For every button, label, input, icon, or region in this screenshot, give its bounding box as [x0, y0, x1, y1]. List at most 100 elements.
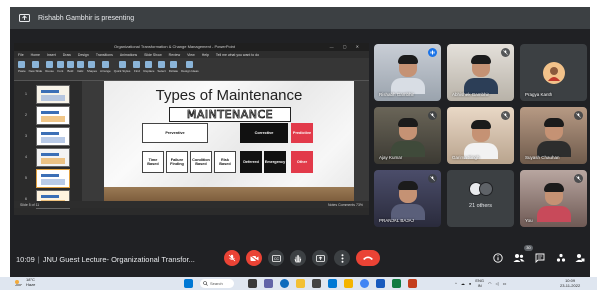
- maintenance-type-risk-based: Risk Based: [214, 151, 236, 173]
- slide-thumbnail[interactable]: [36, 85, 70, 104]
- participant-name: Pragya Kanth: [525, 92, 553, 97]
- thumbnail-content: [41, 111, 59, 114]
- raise-hand-icon: [294, 254, 302, 262]
- mail-icon[interactable]: [328, 279, 337, 288]
- ppt-tab[interactable]: Design: [78, 53, 89, 57]
- ppt-tab[interactable]: Tell me what you want to do: [216, 53, 259, 57]
- powerpoint-icon[interactable]: [408, 279, 417, 288]
- people-button[interactable]: [513, 252, 525, 264]
- edge-icon[interactable]: [280, 279, 289, 288]
- ppt-tab[interactable]: Home: [31, 53, 40, 57]
- ppt-tab[interactable]: Slide Show: [144, 53, 162, 57]
- ribbon-icon: [31, 61, 39, 68]
- ribbon-button[interactable]: Dictate: [169, 61, 178, 73]
- slide-thumbnail[interactable]: [36, 106, 70, 125]
- raise-hand-button[interactable]: [290, 250, 306, 266]
- ribbon-button[interactable]: Italic: [76, 61, 84, 73]
- slide-thumbnail[interactable]: [36, 169, 70, 188]
- participant-tile[interactable]: Garima Singh: [447, 107, 514, 164]
- participant-name: Rishabh Gambhir: [379, 92, 415, 97]
- chat-button[interactable]: [534, 252, 546, 264]
- participant-video: [463, 120, 498, 159]
- excel-icon[interactable]: [392, 279, 401, 288]
- thumbnail-content: [41, 132, 59, 135]
- slide-title: Types of Maintenance: [155, 87, 303, 104]
- ppt-tab[interactable]: Draw: [63, 53, 71, 57]
- participant-tile[interactable]: Pragya Kanth: [520, 44, 587, 101]
- ribbon-button[interactable]: Find: [133, 61, 141, 73]
- app-yellow-icon[interactable]: [344, 279, 353, 288]
- taskbar-search[interactable]: Search: [200, 279, 234, 288]
- present-icon: [18, 12, 30, 24]
- system-tray: ^ ☁ ● ENG IN ◠ ◁ ▭: [455, 277, 510, 290]
- participant-tile[interactable]: Rishabh Gambhir: [374, 44, 441, 101]
- leave-call-button[interactable]: [356, 250, 380, 266]
- maintenance-heading: MAINTENANCE: [186, 108, 274, 122]
- slide-thumbnail[interactable]: [36, 127, 70, 146]
- ribbon-icon: [101, 61, 109, 68]
- ribbon-label: New Slide: [28, 69, 43, 73]
- hangup-icon: [363, 256, 373, 260]
- activities-button[interactable]: [555, 252, 567, 264]
- ppt-tab[interactable]: Insert: [47, 53, 56, 57]
- ribbon-icon: [145, 61, 153, 68]
- language-indicator[interactable]: ENG IN: [475, 278, 484, 288]
- ribbon-button[interactable]: Reuse: [45, 61, 54, 73]
- battery-icon[interactable]: ▭: [503, 281, 507, 286]
- ppt-tab[interactable]: Review: [169, 53, 180, 57]
- ribbon-button[interactable]: New Slide: [28, 61, 43, 73]
- task-view-icon[interactable]: [248, 279, 257, 288]
- ribbon-button[interactable]: Arrange: [100, 61, 111, 73]
- ribbon-button[interactable]: Select: [157, 61, 166, 73]
- wifi-icon[interactable]: ◠: [488, 281, 492, 286]
- participant-tile[interactable]: Ajay Kumar: [374, 107, 441, 164]
- participant-tile[interactable]: 21 others: [447, 170, 514, 227]
- mic-tray-icon[interactable]: ●: [469, 281, 471, 286]
- info-icon: [493, 253, 503, 263]
- participant-name: Abhishek Gambhir: [452, 92, 490, 97]
- maintenance-type-other: Other: [291, 151, 313, 173]
- participant-tile[interactable]: PRANJAL BAJAJ: [374, 170, 441, 227]
- chevron-up-icon[interactable]: ^: [455, 281, 457, 286]
- participant-tile[interactable]: Suyash Chauhan: [520, 107, 587, 164]
- taskbar-clock[interactable]: 10:09 23-11-2022: [560, 278, 580, 288]
- captions-button[interactable]: CC: [268, 250, 284, 266]
- ribbon-button[interactable]: Paste: [18, 61, 26, 73]
- host-controls-button[interactable]: [574, 252, 586, 264]
- ribbon-button[interactable]: Bold: [66, 61, 74, 73]
- ribbon-button[interactable]: Quick Styles: [114, 61, 130, 73]
- present-button[interactable]: [312, 250, 328, 266]
- slide-thumbnail[interactable]: [36, 148, 70, 167]
- word-icon[interactable]: [376, 279, 385, 288]
- ribbon-button[interactable]: Design Ideas: [181, 61, 199, 73]
- ribbon-button[interactable]: Font: [56, 61, 64, 73]
- participant-tile[interactable]: Abhishek Gambhir: [447, 44, 514, 101]
- weather-widget[interactable]: 18°C Haze: [14, 277, 35, 287]
- meeting-info-button[interactable]: [492, 252, 504, 264]
- ppt-tab[interactable]: Animations: [120, 53, 137, 57]
- camera-off-button[interactable]: [246, 250, 262, 266]
- store-icon[interactable]: [312, 279, 321, 288]
- meeting-details[interactable]: 10:09 | JNU Guest Lecture- Organizational …: [16, 255, 195, 264]
- ppt-tab[interactable]: Help: [202, 53, 209, 57]
- ppt-tab[interactable]: Transitions: [96, 53, 113, 57]
- maintenance-type-condition-based: Condition Based: [190, 151, 212, 173]
- participant-tile[interactable]: You: [520, 170, 587, 227]
- ribbon-button[interactable]: Shapes: [87, 61, 97, 73]
- volume-icon[interactable]: ◁: [495, 281, 498, 286]
- participant-video: [390, 55, 425, 94]
- teams-icon[interactable]: [264, 279, 273, 288]
- ribbon-label: Paste: [18, 69, 26, 73]
- ppt-tab[interactable]: File: [18, 53, 24, 57]
- cloud-icon[interactable]: ☁: [461, 281, 465, 286]
- mic-off-button[interactable]: [224, 250, 240, 266]
- ppt-tab[interactable]: View: [187, 53, 195, 57]
- ribbon-button[interactable]: Replace: [143, 61, 154, 73]
- participant-avatar: [542, 62, 565, 84]
- muted-mic-icon: [428, 111, 437, 120]
- more-options-button[interactable]: [334, 250, 350, 266]
- windows-start-icon[interactable]: [184, 279, 193, 288]
- chrome-icon[interactable]: [360, 279, 369, 288]
- participant-name: 21 others: [469, 203, 492, 209]
- file-explorer-icon[interactable]: [296, 279, 305, 288]
